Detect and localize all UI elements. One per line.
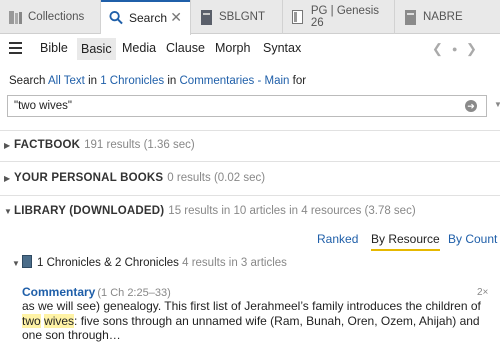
hit-snippet[interactable]: as we will see) genealogy. This first li… [22,299,492,343]
menu-clause[interactable]: Clause [166,41,205,55]
search-type-bar: Bible Basic Media Clause Morph Syntax ❮ … [0,35,500,63]
divider [0,161,500,162]
resource-header[interactable]: ▼ 1 Chronicles & 2 Chronicles 4 results i… [12,255,287,269]
section-meta: 0 results (0.02 sec) [167,172,266,184]
menu-icon[interactable] [9,42,22,54]
search-prefix: Search [9,75,46,87]
book-icon [403,9,417,25]
in-text: in [88,75,98,87]
tab-nabre[interactable]: NABRE [395,0,500,34]
search-input[interactable]: "two wives" [7,95,487,117]
collapse-icon[interactable]: ▼ [4,207,14,216]
tab-pg-genesis-26[interactable]: PG | Genesis 26 [283,0,395,34]
section-meta: 15 results in 10 articles in 4 resources… [168,205,416,217]
tab-bar: Collections Search ✕ SBLGNT PG | Genesis… [0,0,500,35]
search-icon [109,10,123,26]
scope-link[interactable]: All Text [48,75,85,87]
highlight-term: two [22,313,41,328]
tab-label: Collections [28,11,85,23]
in-text: in [167,75,177,87]
section-factbook[interactable]: ▶ FACTBOOK 191 results (1.36 sec) [4,139,195,151]
snippet-text: : five sons through an unnamed wife (Ram… [22,313,480,343]
tab-sblgnt[interactable]: SBLGNT [191,0,283,34]
forward-arrow-icon[interactable]: ❯ [466,41,477,57]
dot-icon: ● [452,44,458,54]
section-personal-books[interactable]: ▶ YOUR PERSONAL BOOKS 0 results (0.02 sec) [4,172,265,184]
hit-article-title[interactable]: Commentary [22,285,95,299]
close-icon[interactable]: ✕ [170,10,182,24]
divider [0,195,500,196]
tab-label: PG | Genesis 26 [310,5,380,29]
menu-basic[interactable]: Basic [77,38,116,60]
expand-icon[interactable]: ▶ [4,174,14,183]
hit-title[interactable]: Commentary (1 Ch 2:25–33) [22,285,171,299]
sort-by-count[interactable]: By Count [448,232,497,246]
resource-meta: 4 results in 3 articles [182,257,287,269]
collections-icon [8,9,22,25]
tab-search[interactable]: Search ✕ [101,0,191,35]
section-title: LIBRARY (DOWNLOADED) [14,205,165,217]
snippet-text: as we will see) genealogy. This first li… [22,299,481,313]
search-description: Search All Text in 1 Chronicles in Comme… [9,75,306,87]
expand-icon[interactable]: ▶ [4,141,14,150]
collection-link[interactable]: Commentaries - Main [180,75,290,87]
dropdown-icon[interactable]: ▼ [494,100,500,109]
highlight-term: wives [44,313,75,328]
menu-morph[interactable]: Morph [215,41,250,55]
resource-title[interactable]: 1 Chronicles & 2 Chronicles [37,257,179,269]
range-link[interactable]: 1 Chronicles [100,75,164,87]
book-icon [22,255,32,268]
back-arrow-icon[interactable]: ❮ [432,41,443,57]
book-icon [199,9,213,25]
section-library[interactable]: ▼ LIBRARY (DOWNLOADED) 15 results in 10 ar… [4,205,416,217]
sort-by-resource[interactable]: By Resource [371,232,440,251]
tab-label: NABRE [423,11,463,23]
for-text: for [292,75,307,87]
hit-count: 2× [477,287,489,298]
menu-bible[interactable]: Bible [40,41,68,55]
search-go-icon[interactable]: ➜ [465,100,477,112]
page-icon [291,9,305,25]
menu-media[interactable]: Media [122,41,156,55]
divider [0,130,500,131]
section-title: YOUR PERSONAL BOOKS [14,172,164,184]
sort-ranked[interactable]: Ranked [317,232,358,246]
section-title: FACTBOOK [14,139,81,151]
tab-label: Search [129,10,168,25]
tab-collections[interactable]: Collections [0,0,101,34]
collapse-icon[interactable]: ▼ [12,259,22,268]
hit-reference: (1 Ch 2:25–33) [97,287,171,299]
tab-label: SBLGNT [219,11,266,23]
menu-syntax[interactable]: Syntax [263,41,301,55]
section-meta: 191 results (1.36 sec) [84,139,195,151]
